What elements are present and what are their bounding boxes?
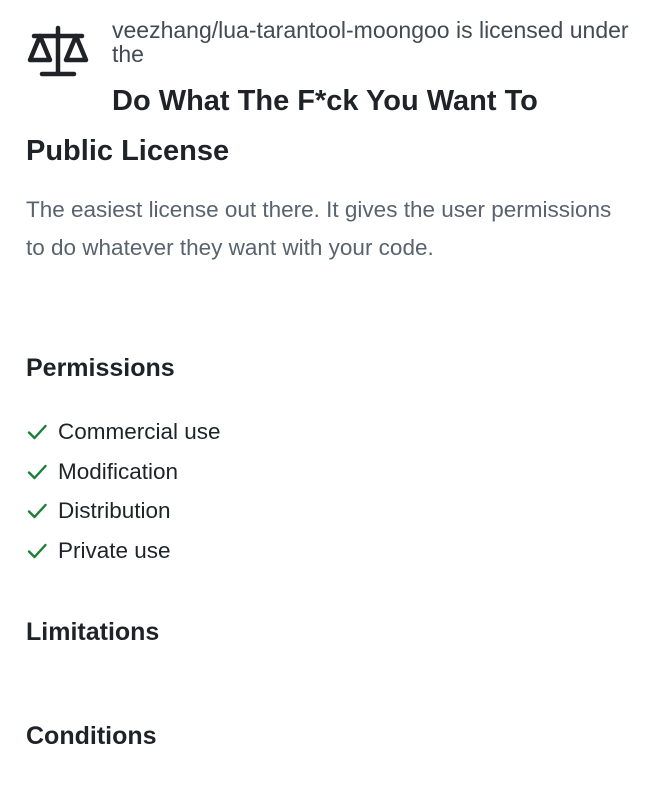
- permissions-heading: Permissions: [26, 354, 175, 382]
- permission-label: Commercial use: [58, 418, 221, 444]
- check-icon: [27, 424, 47, 440]
- permission-item-distribution: Distribution: [26, 491, 221, 531]
- license-intro-text: veezhang/lua-tarantool-moongoo is licens…: [112, 17, 629, 67]
- permission-label: Private use: [58, 537, 171, 563]
- permissions-list: Commercial use Modification Distribution…: [26, 412, 221, 571]
- license-description: The easiest license out there. It gives …: [26, 197, 612, 260]
- permission-label: Distribution: [58, 498, 171, 524]
- permission-label: Modification: [58, 458, 179, 484]
- check-icon: [27, 543, 47, 559]
- permission-item-commercial-use: Commercial use: [26, 412, 221, 452]
- law-scale-icon: [27, 25, 89, 77]
- permission-item-private-use: Private use: [26, 531, 221, 571]
- conditions-heading: Conditions: [26, 722, 157, 750]
- limitations-heading: Limitations: [26, 618, 160, 646]
- check-icon: [27, 464, 47, 479]
- permission-item-modification: Modification: [26, 452, 221, 492]
- check-icon: [27, 504, 47, 519]
- license-name: Do What The F*ck You Want To Public Lice…: [26, 85, 538, 167]
